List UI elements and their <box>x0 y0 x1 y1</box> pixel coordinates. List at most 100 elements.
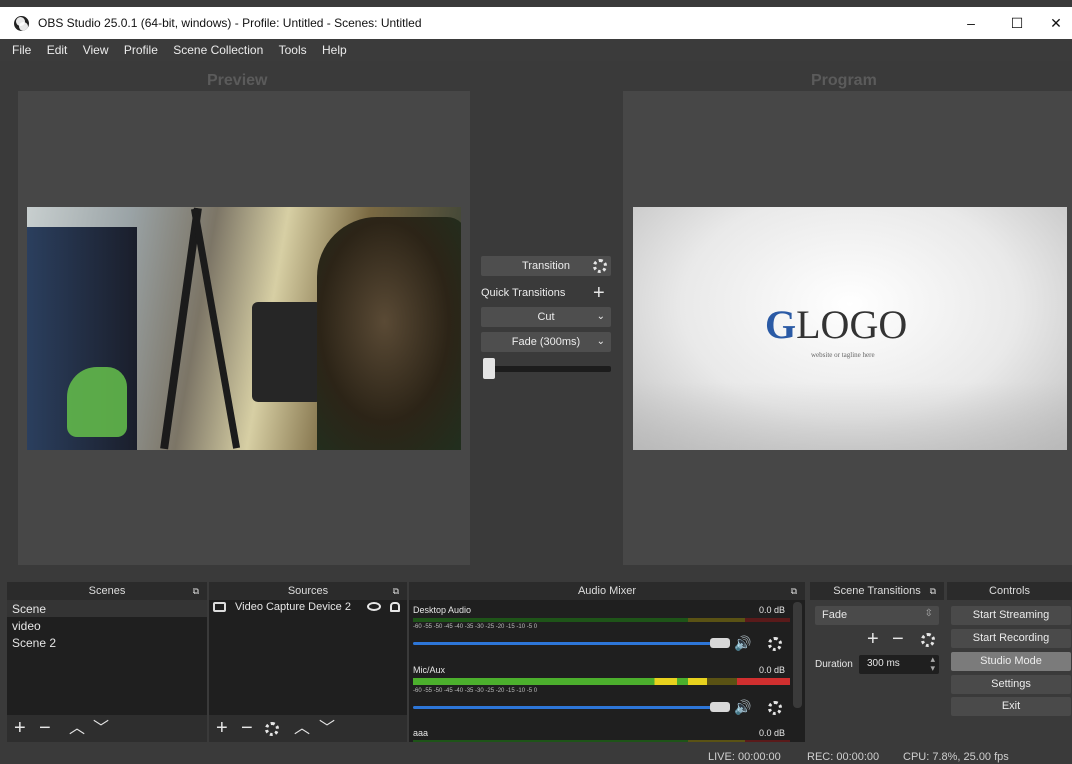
settings-button[interactable]: Settings <box>951 675 1071 694</box>
transition-properties-gear-icon[interactable] <box>921 633 935 647</box>
minimize-button[interactable]: – <box>948 7 994 39</box>
move-up-chevron-up-icon[interactable]: ︿ <box>294 721 310 737</box>
maximize-button[interactable]: ☐ <box>994 7 1040 39</box>
undock-icon[interactable]: ⧉ <box>930 582 936 600</box>
visibility-eye-icon[interactable] <box>367 602 381 611</box>
move-down-chevron-down-icon[interactable]: ﹀ <box>93 721 109 737</box>
transition-select[interactable]: Fade ⇳ <box>815 606 939 625</box>
add-source-plus-icon[interactable]: + <box>216 718 228 738</box>
list-item[interactable]: Scene 2 <box>12 636 56 650</box>
add-transition-plus-icon[interactable]: + <box>867 629 879 649</box>
duration-value: 300 ms <box>867 658 900 669</box>
controls-title: Controls <box>989 585 1030 597</box>
person-face <box>317 217 461 450</box>
add-scene-plus-icon[interactable]: + <box>14 718 26 738</box>
menu-view[interactable]: View <box>83 39 109 61</box>
studio-mode-button[interactable]: Studio Mode <box>951 652 1071 671</box>
undock-icon[interactable]: ⧉ <box>791 582 797 600</box>
fade-label: Fade (300ms) <box>511 336 581 348</box>
scenes-title: Scenes <box>88 585 126 597</box>
scene-transitions-dock-header: Scene Transitions ⧉ <box>810 582 944 600</box>
menu-help[interactable]: Help <box>322 39 347 61</box>
chevron-down-icon: ⌄ <box>596 311 605 322</box>
green-bag <box>67 367 127 437</box>
duration-label: Duration <box>815 659 853 670</box>
menu-bar: File Edit View Profile Scene Collection … <box>0 39 1072 61</box>
add-quick-transition-plus-icon[interactable]: + <box>593 283 605 303</box>
channel-settings-gear-icon[interactable] <box>768 701 782 715</box>
scene-transitions-title: Scene Transitions <box>833 585 921 597</box>
spin-down-icon[interactable]: ▾ <box>930 664 935 673</box>
move-up-chevron-up-icon[interactable]: ︿ <box>69 721 85 737</box>
source-properties-gear-icon[interactable] <box>265 722 279 736</box>
menu-file[interactable]: File <box>12 39 31 61</box>
speaker-icon[interactable]: 🔊 <box>734 699 751 715</box>
program-label: Program <box>811 72 877 89</box>
transition-button[interactable]: Transition <box>481 256 611 276</box>
scene-item-label: Scene <box>12 602 47 616</box>
menu-tools[interactable]: Tools <box>279 39 307 61</box>
logo-text: LOGO <box>796 302 908 347</box>
sources-toolbar: + − ︿ ﹀ <box>209 715 407 742</box>
lock-icon[interactable] <box>390 602 400 612</box>
channel-name: aaa <box>413 728 429 738</box>
logo: GLOGO <box>765 301 907 348</box>
transition-settings-gear-icon[interactable] <box>593 259 607 273</box>
close-button[interactable]: ✕ <box>1040 7 1072 39</box>
list-item-selected[interactable]: Scene <box>7 600 207 617</box>
title-bar: OBS Studio 25.0.1 (64-bit, windows) - Pr… <box>0 7 1072 39</box>
cut-label: Cut <box>537 311 555 323</box>
volume-fader[interactable] <box>413 642 713 645</box>
remove-scene-minus-icon[interactable]: − <box>39 718 51 738</box>
preview-canvas[interactable] <box>18 91 470 565</box>
program-canvas[interactable]: GLOGO website or tagline here <box>623 91 1072 565</box>
cpu-fps: CPU: 7.8%, 25.00 fps <box>903 751 1009 763</box>
sources-dock-header: Sources ⧉ <box>209 582 407 600</box>
exit-button[interactable]: Exit <box>951 697 1071 716</box>
floor-reflection <box>633 382 1067 450</box>
fade-button[interactable]: Fade (300ms) ⌄ <box>481 332 611 352</box>
t-bar-handle[interactable] <box>483 358 495 379</box>
move-down-chevron-down-icon[interactable]: ﹀ <box>319 721 335 737</box>
remove-transition-minus-icon[interactable]: − <box>892 629 904 649</box>
window-title: OBS Studio 25.0.1 (64-bit, windows) - Pr… <box>38 16 422 30</box>
start-streaming-button[interactable]: Start Streaming <box>951 606 1071 625</box>
audio-mixer-dock-header: Audio Mixer ⧉ <box>409 582 805 600</box>
cut-button[interactable]: Cut ⌄ <box>481 307 611 327</box>
t-bar-track[interactable] <box>483 366 611 372</box>
speaker-icon[interactable]: 🔊 <box>734 635 751 651</box>
channel-db: 0.0 dB <box>759 728 786 738</box>
duration-spinbox[interactable]: 300 ms ▴ ▾ <box>859 655 939 674</box>
start-recording-button[interactable]: Start Recording <box>951 629 1071 648</box>
source-item-label[interactable]: Video Capture Device 2 <box>235 601 351 613</box>
list-item[interactable]: video <box>12 619 41 633</box>
channel-name: Mic/Aux <box>413 665 446 675</box>
channel-name: Desktop Audio <box>413 605 472 615</box>
meter-ticks: -60 -55 -50 -45 -40 -35 -30 -25 -20 -15 … <box>413 624 538 630</box>
transition-select-value: Fade <box>822 609 848 621</box>
volume-meter <box>413 618 790 622</box>
scene-transitions-panel: Fade ⇳ + − Duration 300 ms ▴ ▾ <box>810 600 944 742</box>
undock-icon[interactable]: ⧉ <box>193 582 199 600</box>
obs-logo-icon <box>14 16 29 31</box>
channel-settings-gear-icon[interactable] <box>768 637 782 651</box>
undock-icon[interactable]: ⧉ <box>393 582 399 600</box>
scenes-dock-header: Scenes ⧉ <box>7 582 207 600</box>
volume-meter <box>413 678 790 685</box>
menu-edit[interactable]: Edit <box>47 39 68 61</box>
volume-fader-knob[interactable] <box>710 638 730 648</box>
program-image: GLOGO website or tagline here <box>633 207 1067 450</box>
menu-profile[interactable]: Profile <box>124 39 158 61</box>
tripod-leg <box>190 208 241 449</box>
mixer-scrollbar[interactable] <box>793 602 802 708</box>
preview-label: Preview <box>207 72 268 89</box>
audio-mixer-title: Audio Mixer <box>577 585 637 597</box>
audio-mixer-panel: Desktop Audio 0.0 dB -60 -55 -50 -45 -40… <box>409 600 805 742</box>
remove-source-minus-icon[interactable]: − <box>241 718 253 738</box>
volume-fader-knob[interactable] <box>710 702 730 712</box>
office-chair <box>252 302 322 402</box>
status-bar: LIVE: 00:00:00 REC: 00:00:00 CPU: 7.8%, … <box>0 742 1072 764</box>
menu-scene-collection[interactable]: Scene Collection <box>173 39 263 61</box>
logo-tagline: website or tagline here <box>811 351 875 359</box>
volume-fader[interactable] <box>413 706 713 709</box>
